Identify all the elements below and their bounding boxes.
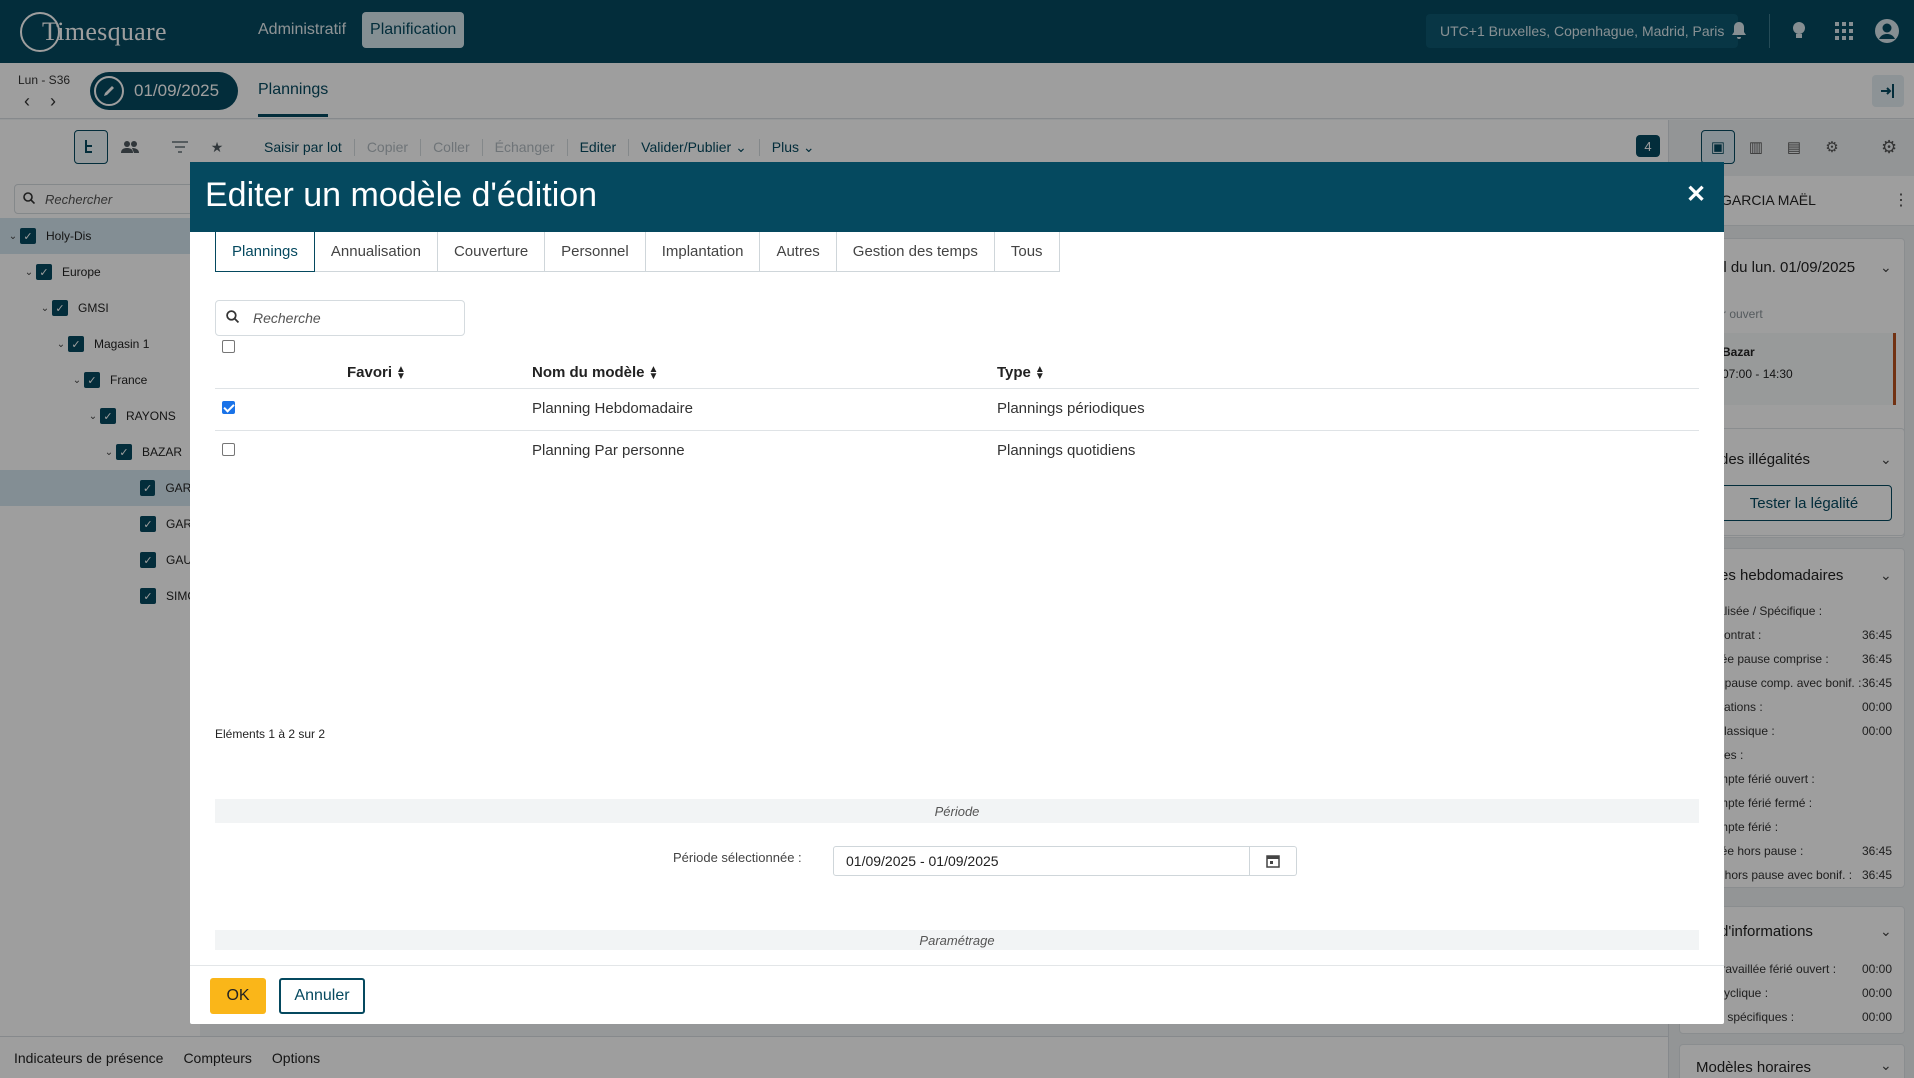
search-icon (226, 310, 240, 326)
modal-title: Editer un modèle d'édition (205, 176, 598, 214)
column-label: Type (997, 364, 1031, 381)
column-label: Favori (347, 364, 393, 381)
tab-plannings[interactable]: Plannings (215, 232, 315, 272)
ok-button[interactable]: OK (210, 978, 266, 1014)
category-tabs: Plannings Annualisation Couverture Perso… (215, 232, 1060, 272)
select-all-checkbox[interactable] (222, 340, 235, 353)
period-section-header: Période (215, 799, 1699, 823)
close-icon[interactable]: ✕ (1686, 180, 1706, 209)
table-row[interactable]: Planning Hebdomadaire Plannings périodiq… (215, 388, 1699, 430)
sort-icon: ▲ ▼ (1034, 363, 1045, 382)
table-row[interactable]: Planning Par personne Plannings quotidie… (215, 430, 1699, 472)
calendar-icon[interactable] (1249, 846, 1297, 876)
sort-icon: ▲ ▼ (396, 363, 406, 382)
sort-icon: ▲ ▼ (648, 363, 659, 382)
tab-personnel[interactable]: Personnel (545, 232, 646, 272)
tab-couverture[interactable]: Couverture (437, 232, 546, 272)
modal-header: Editer un modèle d'édition ✕ (190, 162, 1724, 232)
tab-implantation[interactable]: Implantation (645, 232, 761, 272)
pagination-info: Eléments 1 à 2 sur 2 (215, 727, 326, 741)
cell-name: Planning Hebdomadaire (532, 400, 693, 417)
column-header-favori[interactable]: Favori ▲ ▼ (347, 364, 406, 381)
column-header-nom[interactable]: Nom du modèle ▲ ▼ (532, 364, 658, 381)
row-checkbox[interactable] (222, 443, 235, 456)
column-header-type[interactable]: Type ▲ ▼ (997, 364, 1045, 381)
column-label: Nom du modèle (532, 364, 645, 381)
cancel-button[interactable]: Annuler (279, 978, 365, 1014)
modal-footer: OK Annuler (190, 965, 1724, 1024)
period-input[interactable]: 01/09/2025 - 01/09/2025 (833, 846, 1250, 876)
settings-section-header: Paramétrage (215, 930, 1699, 950)
template-search-input[interactable]: Recherche (215, 300, 465, 336)
row-checkbox[interactable] (222, 401, 235, 414)
period-label: Période sélectionnée : (673, 850, 802, 865)
cell-name: Planning Par personne (532, 442, 685, 459)
template-search-placeholder: Recherche (253, 310, 321, 326)
cell-type: Plannings périodiques (997, 400, 1145, 417)
tab-gestion-des-temps[interactable]: Gestion des temps (836, 232, 995, 272)
tab-tous[interactable]: Tous (994, 232, 1060, 272)
edit-template-modal: Editer un modèle d'édition ✕ Plannings A… (190, 162, 1724, 1024)
tab-annualisation[interactable]: Annualisation (314, 232, 438, 272)
tab-autres[interactable]: Autres (760, 232, 837, 272)
cell-type: Plannings quotidiens (997, 442, 1136, 459)
